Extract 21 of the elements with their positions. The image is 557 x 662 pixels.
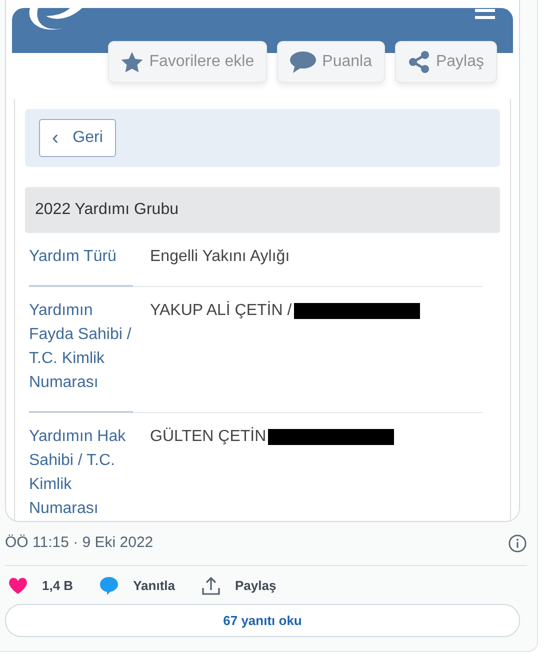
field-value: Engelli Yakını Aylığı <box>150 247 290 267</box>
back-button[interactable]: ‹ Geri <box>39 119 116 157</box>
menu-icon[interactable] <box>475 8 495 22</box>
reply-button[interactable]: Yanıtla <box>99 576 175 596</box>
share-icon <box>201 576 221 596</box>
heart-icon <box>8 576 28 596</box>
info-icon[interactable] <box>508 534 527 553</box>
read-replies-button[interactable]: 67 yanıtı oku <box>5 604 520 637</box>
share-icon <box>408 51 430 73</box>
speech-bubble-icon <box>290 51 316 73</box>
field-label: Yardım Türü <box>29 233 133 287</box>
field-value: GÜLTEN ÇETİN <box>150 426 266 447</box>
field-label: Yardımın Hak Sahibi / T.C. Kimlik Numarası <box>29 413 133 521</box>
timestamp: ÖÖ 11:15 · 9 Eki 2022 <box>5 533 154 553</box>
share-button[interactable]: Paylaş <box>201 576 276 596</box>
group-title: 2022 Yardımı Grubu <box>25 187 500 233</box>
like-button[interactable]: 1,4 B <box>8 576 74 596</box>
field-value: YAKUP ALİ ÇETİN / <box>150 300 292 321</box>
speech-bubble-icon <box>99 576 120 596</box>
field-label: Yardımın Fayda Sahibi / T.C. Kimlik Numarası <box>29 287 133 413</box>
star-icon <box>121 52 144 72</box>
